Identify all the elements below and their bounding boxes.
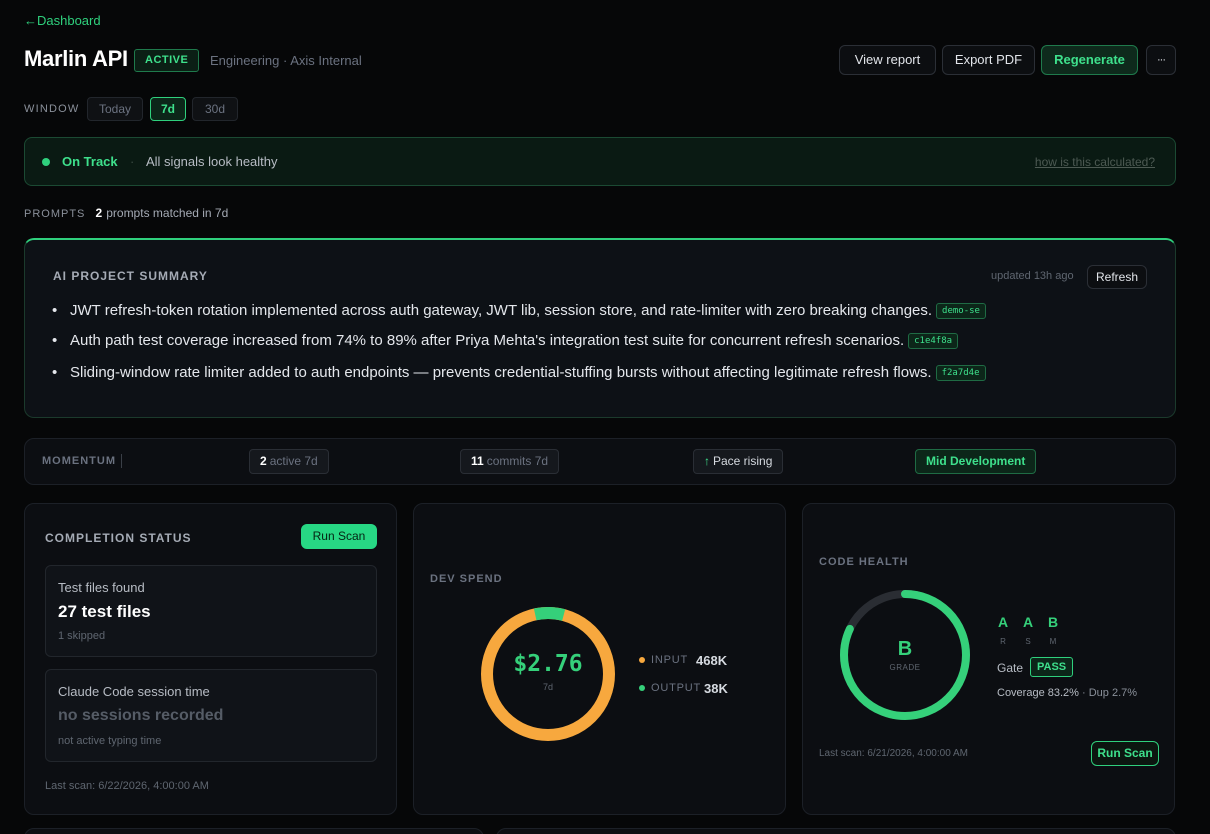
more-icon: ··· [1157,54,1166,66]
session-time-card: Claude Code session time no sessions rec… [45,669,377,762]
completion-last-scan: Last scan: 6/22/2026, 4:00:00 AM [45,780,209,792]
summary-bullet: • Auth path test coverage increased from … [52,332,959,349]
regenerate-button[interactable]: Regenerate [1041,45,1138,75]
prompts-count: 2 [95,206,103,220]
code-health-panel: CODE HEALTH B GRADE A R A S B M Gate PAS… [802,503,1175,815]
export-pdf-button[interactable]: Export PDF [942,45,1035,75]
back-link-label: Dashboard [37,13,101,28]
spend-total: $2.76 [513,651,583,677]
more-options-button[interactable]: ··· [1146,45,1176,75]
prompts-label: PROMPTS [24,208,86,220]
rating-maintainability: B [1047,614,1059,630]
completion-title: COMPLETION STATUS [45,531,192,545]
prompts-text: prompts matched in 7d [106,206,229,220]
summary-title: AI PROJECT SUMMARY [53,269,208,283]
next-card-left [24,828,484,834]
commit-hash-badge[interactable]: f2a7d4e [935,365,986,381]
next-card-right [496,828,1176,834]
page-subtitle: Engineering · Axis Internal [210,53,362,68]
dev-spend-panel: DEV SPEND $2.76 7d INPUT 468K OUTPUT 38K [413,503,786,815]
run-scan-health-button[interactable]: Run Scan [1091,741,1159,766]
dev-spend-title: DEV SPEND [430,573,503,585]
window-label: WINDOW [24,103,80,115]
active-count-chip: 2 active 7d [249,449,329,474]
momentum-divider [121,454,122,468]
rating-reliability: A [997,614,1009,630]
back-link[interactable]: ←Dashboard [24,13,101,28]
coverage-dup-text: Coverage 83.2% · Dup 2.7% [997,687,1137,699]
session-time-value: no sessions recorded [58,707,224,724]
view-report-button[interactable]: View report [839,45,936,75]
banner-message: All signals look healthy [146,154,278,169]
input-legend-label: INPUT [651,654,688,666]
rating-maintainability-key: M [1049,637,1057,646]
rating-security-key: S [1025,637,1031,646]
session-time-sub: not active typing time [58,735,162,747]
momentum-bar: MOMENTUM 2 active 7d 11 commits 7d ↑ Pace r… [24,438,1176,485]
session-time-label: Claude Code session time [58,684,210,699]
momentum-label: MOMENTUM [42,455,116,467]
dup-value: · Dup 2.7% [1082,687,1138,699]
completion-status-panel: COMPLETION STATUS Run Scan Test files fo… [24,503,397,815]
refresh-summary-button[interactable]: Refresh [1087,265,1147,289]
commits-count-chip: 11 commits 7d [460,449,560,474]
code-health-title: CODE HEALTH [819,556,909,568]
test-files-card: Test files found 27 test files 1 skipped [45,565,377,657]
arrow-up-icon: ↑ [704,454,710,468]
rating-reliability-key: R [1000,637,1006,646]
output-legend-dot-icon [639,685,645,691]
test-files-value: 27 test files [58,602,151,621]
spend-period: 7d [542,682,553,692]
prompts-row: PROMPTS 2 prompts matched in 7d [24,206,228,220]
test-files-label: Test files found [58,580,145,595]
window-option-today[interactable]: Today [87,97,143,121]
window-option-30d[interactable]: 30d [192,97,238,121]
window-option-7d[interactable]: 7d [150,97,186,121]
how-calculated-link[interactable]: how is this calculated? [1035,155,1155,169]
grade-letter: B [897,638,913,660]
banner-status: On Track [62,154,118,169]
banner-separator: · [130,154,135,169]
commit-hash-badge[interactable]: demo-se [936,303,986,319]
gate-badge: PASS [1030,657,1074,677]
test-files-sub: 1 skipped [58,630,106,642]
run-scan-button[interactable]: Run Scan [301,524,377,549]
ai-summary-card: AI PROJECT SUMMARY updated 13h ago Refre… [24,238,1176,418]
stage-badge: Mid Development [915,449,1037,474]
code-health-last-scan: Last scan: 6/21/2026, 4:00:00 AM [819,748,968,759]
summary-bullet: • JWT refresh-token rotation implemented … [52,302,986,319]
commit-hash-badge[interactable]: c1e4f8a [908,333,959,349]
output-legend-label: OUTPUT [651,682,702,694]
status-badge: ACTIVE [134,49,200,72]
arrow-left-icon: ← [24,13,37,28]
page-title: Marlin API [24,46,128,71]
rating-security: A [1022,614,1034,630]
status-banner: On Track · All signals look healthy how … [24,137,1176,186]
summary-bullet: • Sliding-window rate limiter added to au… [52,364,986,381]
status-dot-icon [42,158,50,166]
pace-chip: ↑ Pace rising [693,449,784,474]
input-legend-value: 468K [696,653,728,668]
summary-updated: updated 13h ago [991,270,1074,282]
gate-label: Gate [997,661,1024,675]
grade-label: GRADE [889,663,921,672]
coverage-value: Coverage 83.2% [997,687,1079,699]
input-legend-dot-icon [639,657,645,663]
output-legend-value: 38K [704,681,728,696]
